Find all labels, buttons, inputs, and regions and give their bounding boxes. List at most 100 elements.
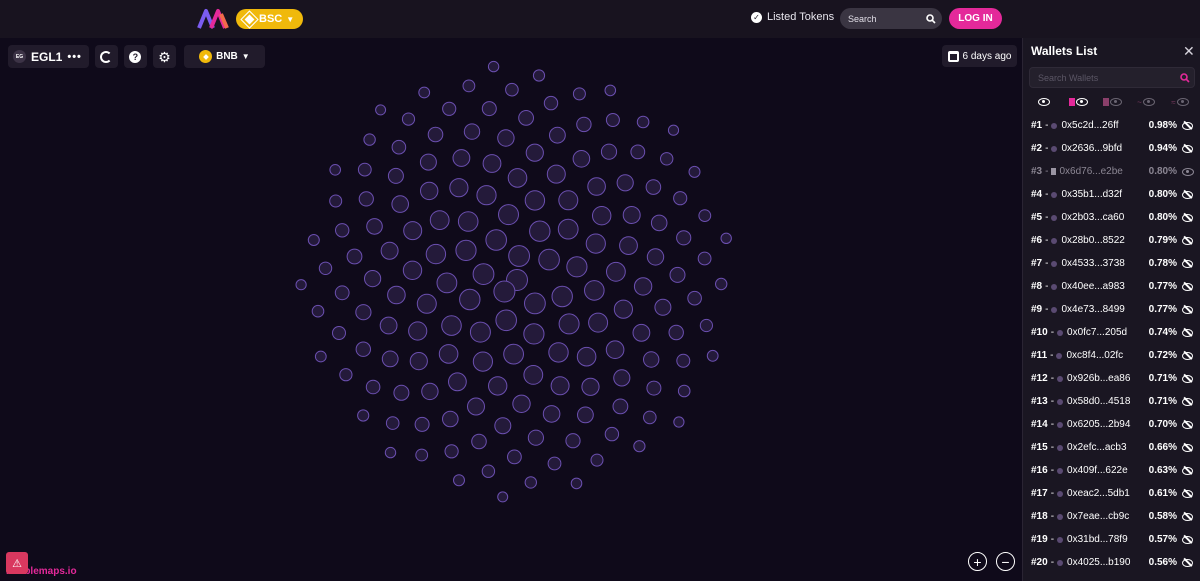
- holder-bubble[interactable]: [295, 279, 307, 291]
- network-selector[interactable]: BNB ▼: [183, 45, 265, 68]
- holder-bubble[interactable]: [442, 410, 459, 428]
- holder-bubble[interactable]: [622, 206, 641, 224]
- holder-bubble[interactable]: [493, 280, 516, 303]
- holder-bubble[interactable]: [581, 377, 600, 396]
- holder-bubble[interactable]: [669, 266, 686, 283]
- holder-bubble[interactable]: [415, 448, 429, 462]
- holder-bubble[interactable]: [459, 288, 481, 311]
- holder-bubble[interactable]: [558, 190, 579, 211]
- wallet-row[interactable]: #12- 0x926b...ea86 0.71%: [1023, 367, 1200, 390]
- holder-bubble[interactable]: [314, 350, 327, 363]
- holder-bubble[interactable]: [427, 126, 444, 143]
- holder-bubble[interactable]: [650, 214, 668, 232]
- wallet-row[interactable]: #5- 0x2b03...ca60 0.80%: [1023, 206, 1200, 229]
- holder-bubble[interactable]: [488, 376, 508, 396]
- holder-bubble[interactable]: [408, 321, 428, 341]
- holder-bubble[interactable]: [391, 139, 407, 155]
- eye-off-icon[interactable]: [1182, 466, 1194, 475]
- eye-off-icon[interactable]: [1182, 259, 1194, 268]
- eye-off-icon[interactable]: [1182, 420, 1194, 429]
- holder-bubble[interactable]: [585, 233, 606, 254]
- holder-bubble[interactable]: [604, 426, 620, 442]
- brand-footer[interactable]: ⚠ bubblemaps.io: [6, 552, 77, 577]
- holder-bubble[interactable]: [449, 178, 469, 198]
- bubble-map[interactable]: [0, 38, 1022, 581]
- wallet-row[interactable]: #20- 0x4025...b190 0.56%: [1023, 551, 1200, 574]
- holder-bubble[interactable]: [660, 152, 674, 166]
- holder-bubble[interactable]: [357, 409, 370, 422]
- holder-bubble[interactable]: [538, 248, 560, 271]
- holder-bubble[interactable]: [346, 248, 363, 265]
- eye-off-icon[interactable]: [1182, 512, 1194, 521]
- wallet-row[interactable]: #1- 0x5c2d...26ff 0.98%: [1023, 114, 1200, 137]
- holder-bubble[interactable]: [587, 177, 606, 196]
- holder-bubble[interactable]: [462, 79, 476, 93]
- holder-bubble[interactable]: [403, 221, 423, 241]
- filter-other[interactable]: ≈: [1165, 94, 1195, 110]
- holder-bubble[interactable]: [529, 220, 551, 242]
- more-options-icon[interactable]: •••: [67, 51, 82, 63]
- holder-bubble[interactable]: [444, 444, 459, 459]
- holder-bubble[interactable]: [409, 352, 428, 371]
- eye-off-icon[interactable]: [1182, 351, 1194, 360]
- holder-bubble[interactable]: [600, 143, 618, 160]
- holder-bubble[interactable]: [469, 321, 491, 343]
- holder-bubble[interactable]: [636, 115, 650, 129]
- snapshot-date[interactable]: 6 days ago: [942, 45, 1017, 67]
- help-button[interactable]: ?: [123, 45, 147, 68]
- holder-bubble[interactable]: [676, 353, 691, 368]
- holder-bubble[interactable]: [381, 350, 399, 368]
- holder-bubble[interactable]: [576, 116, 592, 133]
- holder-bubble[interactable]: [414, 416, 430, 432]
- holder-bubble[interactable]: [667, 124, 680, 136]
- token-selector[interactable]: EG EGL1 •••: [8, 45, 89, 68]
- holder-bubble[interactable]: [380, 241, 399, 260]
- holder-bubble[interactable]: [329, 164, 342, 176]
- holder-bubble[interactable]: [616, 174, 634, 192]
- wallet-row[interactable]: #8- 0x40ee...a983 0.77%: [1023, 275, 1200, 298]
- holder-bubble[interactable]: [472, 351, 493, 372]
- filter-wallets[interactable]: ~: [1131, 94, 1161, 110]
- holder-bubble[interactable]: [687, 290, 702, 306]
- filter-contracts[interactable]: [1063, 94, 1093, 110]
- holder-bubble[interactable]: [576, 346, 597, 367]
- listed-tokens-link[interactable]: ✓ Listed Tokens: [751, 11, 834, 23]
- search-icon[interactable]: [1180, 72, 1190, 83]
- holder-bubble[interactable]: [416, 293, 437, 314]
- holder-bubble[interactable]: [643, 410, 657, 425]
- wallet-row[interactable]: #3-0x6d76...e2be 0.80%: [1023, 160, 1200, 183]
- holder-bubble[interactable]: [387, 167, 404, 184]
- holder-bubble[interactable]: [542, 405, 561, 423]
- holder-bubble[interactable]: [418, 86, 431, 99]
- holder-bubble[interactable]: [588, 312, 609, 333]
- filter-show-all[interactable]: [1029, 94, 1059, 110]
- holder-bubble[interactable]: [654, 298, 672, 316]
- top-search-input[interactable]: [848, 13, 926, 24]
- holder-bubble[interactable]: [357, 162, 372, 177]
- bubble-canvas[interactable]: [0, 38, 1022, 581]
- holder-bubble[interactable]: [355, 341, 371, 357]
- holder-bubble[interactable]: [497, 491, 509, 503]
- holder-bubble[interactable]: [549, 126, 566, 144]
- holder-bubble[interactable]: [590, 453, 604, 467]
- holder-bubble[interactable]: [512, 394, 531, 413]
- holder-bubble[interactable]: [329, 194, 343, 208]
- wallet-row[interactable]: #17- 0xeac2...5db1 0.61%: [1023, 482, 1200, 505]
- holder-bubble[interactable]: [364, 270, 382, 288]
- wallet-row[interactable]: #4- 0x35b1...d32f 0.80%: [1023, 183, 1200, 206]
- zoom-out-button[interactable]: −: [996, 552, 1015, 571]
- holder-bubble[interactable]: [524, 292, 546, 315]
- holder-bubble[interactable]: [584, 280, 605, 301]
- eye-off-icon[interactable]: [1182, 443, 1194, 452]
- holder-bubble[interactable]: [425, 243, 447, 265]
- holder-bubble[interactable]: [673, 191, 688, 206]
- holder-bubble[interactable]: [365, 379, 381, 395]
- holder-bubble[interactable]: [332, 326, 346, 340]
- settings-button[interactable]: ⚙: [152, 45, 176, 68]
- holder-bubble[interactable]: [645, 179, 662, 195]
- eye-off-icon[interactable]: [1182, 213, 1194, 222]
- holder-bubble[interactable]: [441, 315, 462, 336]
- holder-bubble[interactable]: [676, 230, 692, 246]
- holder-bubble[interactable]: [518, 110, 534, 126]
- holder-bubble[interactable]: [402, 260, 423, 281]
